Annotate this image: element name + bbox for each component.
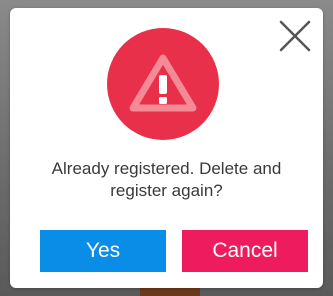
cancel-button[interactable]: Cancel xyxy=(182,230,308,272)
dialog-message: Already registered. Delete and register … xyxy=(51,159,282,200)
confirm-dialog: Already registered. Delete and register … xyxy=(10,8,323,288)
yes-button[interactable]: Yes xyxy=(40,230,166,272)
close-button[interactable] xyxy=(277,18,313,54)
close-icon xyxy=(279,20,311,52)
warning-triangle-icon xyxy=(129,54,197,112)
alert-icon-circle xyxy=(107,28,219,140)
